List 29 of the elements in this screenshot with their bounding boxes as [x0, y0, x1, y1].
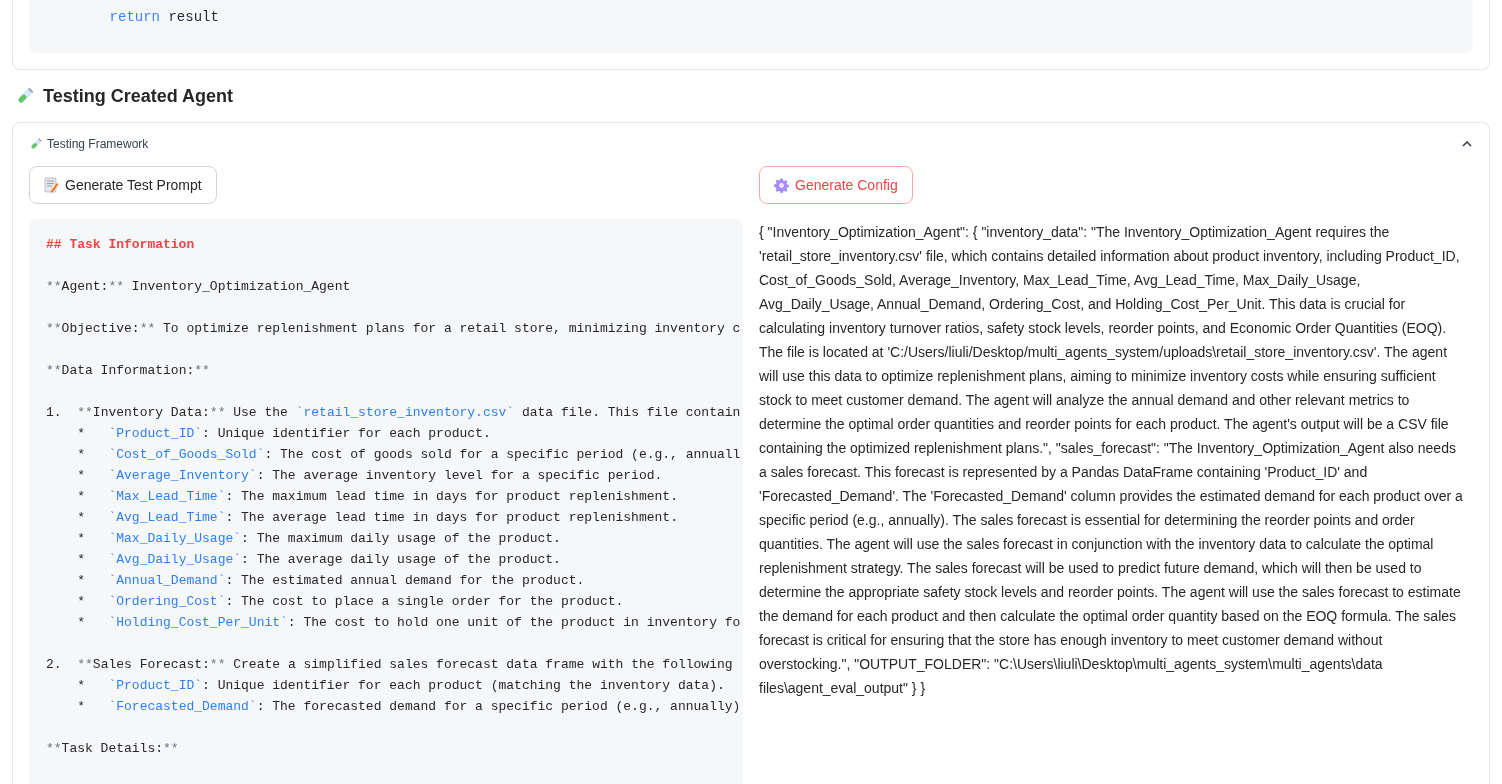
- section-title: Testing Created Agent: [43, 84, 234, 108]
- markdown-line: * `Max_Daily_Usage`: The maximum daily usage of the product.: [76, 530, 561, 548]
- markdown-line: * `Forecasted_Demand`: The forecasted demand for a specific period (e.g., annually): [76, 698, 741, 716]
- memo-icon: [44, 177, 59, 193]
- markdown-line: 2. **Sales Forecast:** Create a simplified sales forecast data frame with the following: [46, 656, 733, 674]
- generate-test-prompt-button[interactable]: Generate Test Prompt: [29, 166, 217, 204]
- accordion-title[interactable]: Testing Framework: [47, 135, 149, 153]
- markdown-line: * `Average_Inventory`: The average inventory level for a specific period.: [76, 467, 663, 485]
- config-output: { "Inventory_Optimization_Agent": { "inventory_data": "The Inventory_Optimization_Agent requires the 'retail_store_inventory.csv' file, which contains detailed information about product inventory, including Product_ID, Cost_of_Goods_Sold, Average_Inventory, Max_Lead_Time, Avg_Lead_Time, Max_Daily_Usage, Avg_Daily_Usage, Annual_Demand, Ordering_Cost, and Holding_Cost_Per_Unit. This data is crucial for calculating inventory turnover ratios, safety stock levels, reorder points, and Economic Order Quantities (EOQ). The file is located at 'C:/Users/liuli/Desktop/multi_agents_system/uploads\retail_store_inventory.csv'. The agent will use this data to optimize replenishment plans, aiming to minimize inventory costs while ensuring sufficient stock to meet customer demand. The agent will analyze the annual demand and other relevant metrics to determine the optimal order quantities and reorder points for each product. The agent's output will be a CSV file containing the optimized replenishment plans.", "sales_forecast": "The Inventory_Optimization_Agent also needs a sales forecast. This forecast is represented by a Pandas DataFrame containing 'Product_ID' and 'Forecasted_Demand'. The 'Forecasted_Demand' column provides the estimated demand for each product over a specific period (e.g., annually). The sales forecast is essential for determining the reorder points and order quantities. The agent will use the sales forecast in conjunction with the inventory data to calculate the optimal replenishment strategy. The sales forecast will be used to predict future demand, which will then be used to determine the appropriate safety stock levels and reorder points. The agent will use the sales forecast to estimate the demand for each product and then calculate the optimal order quantity based on the EOQ formula. The sales forecast is critical for ensuring that the store has enough inventory to meet customer demand without overstocking.", "OUTPUT_FOLDER": "C:\Users\liuli\Desktop\multi_agents_system\multi_agents\data files\agent_eval_output" } }: [759, 223, 1464, 698]
- markdown-heading: ## Task Information: [46, 236, 195, 254]
- code-line: return result: [108, 8, 219, 27]
- markdown-line: **Objective:** To optimize replenishment plans for a retail store, minimizing inventory c: [46, 320, 741, 338]
- test-tube-icon: [15, 86, 35, 106]
- markdown-line: * `Annual_Demand`: The estimated annual demand for the product.: [76, 572, 585, 590]
- markdown-line: * `Avg_Lead_Time`: The average lead time in days for product replenishment.: [76, 509, 678, 527]
- markdown-line: **Data Information:**: [46, 362, 210, 380]
- chevron-up-icon[interactable]: [1462, 141, 1472, 147]
- markdown-line: **Task Details:**: [46, 740, 179, 758]
- markdown-line: * `Cost_of_Goods_Sold`: The cost of goods sold for a specific period (e.g., annuall: [76, 446, 741, 464]
- markdown-line: * `Product_ID`: Unique identifier for each product.: [76, 425, 491, 443]
- markdown-line: **Agent:** Inventory_Optimization_Agent: [46, 278, 351, 296]
- gear-icon: [774, 177, 789, 193]
- markdown-line: * `Max_Lead_Time`: The maximum lead time in days for product replenishment.: [76, 488, 678, 506]
- markdown-line: * `Product_ID`: Unique identifier for each product (matching the inventory data).: [76, 677, 725, 695]
- markdown-line: * `Avg_Daily_Usage`: The average daily usage of the product.: [76, 551, 561, 569]
- markdown-line: * `Holding_Cost_Per_Unit`: The cost to hold one unit of the product in inventory fo: [76, 614, 741, 632]
- generate-config-button[interactable]: Generate Config: [759, 166, 913, 204]
- markdown-line: * `Ordering_Cost`: The cost to place a single order for the product.: [76, 593, 624, 611]
- markdown-line: 1. **Inventory Data:** Use the `retail_store_inventory.csv` data file. This file contain: [46, 404, 741, 422]
